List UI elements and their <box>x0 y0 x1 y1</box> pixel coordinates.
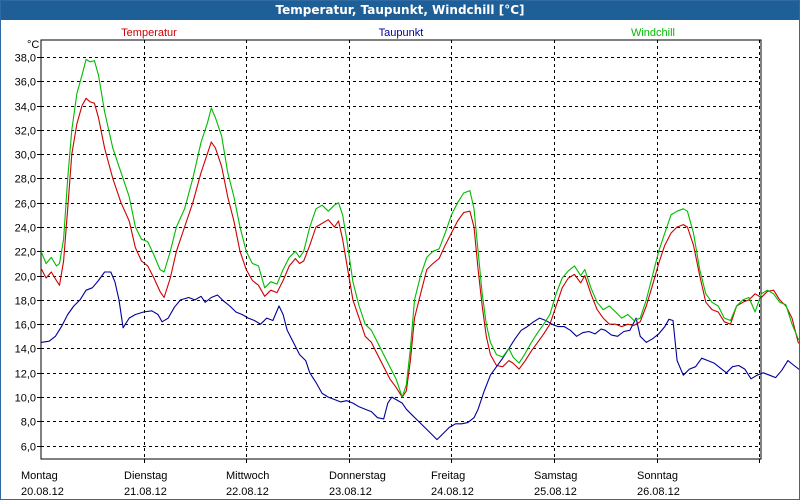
legend-label-temperatur: Temperatur <box>121 27 177 39</box>
y-tick-label: 6,0 <box>21 442 36 454</box>
y-tick-label: 12,0 <box>15 369 36 381</box>
chart-window: Temperatur, Taupunkt, Windchill [°C] 6,0… <box>0 0 800 500</box>
x-tick-label-date: 22.08.12 <box>226 486 269 498</box>
x-tick-label-weekday: Sonntag <box>637 470 678 482</box>
y-tick-label: 10,0 <box>15 393 36 405</box>
y-tick-label: 20,0 <box>15 272 36 284</box>
x-tick-label-date: 26.08.12 <box>637 486 680 498</box>
y-tick-label: 24,0 <box>15 223 36 235</box>
line-chart: 6,0 8,0 10,0 12,0 14,0 16,0 18,0 20,0 22,0 24,0 26… <box>15 27 799 498</box>
x-tick-label-weekday: Dienstag <box>124 470 167 482</box>
y-tick-label: 8,0 <box>21 417 36 429</box>
legend-label-taupunkt: Taupunkt <box>379 27 424 39</box>
series-line-temperatur <box>40 97 799 398</box>
y-tick-label: 14,0 <box>15 344 36 356</box>
y-tick-label: 28,0 <box>15 174 36 186</box>
y-tick-label: 38,0 <box>15 53 36 65</box>
y-tick-label: 16,0 <box>15 320 36 332</box>
x-tick-label-weekday: Donnerstag <box>329 470 386 482</box>
y-tick-label: 18,0 <box>15 296 36 308</box>
y-tick-label: 22,0 <box>15 247 36 259</box>
x-tick-label-weekday: Mittwoch <box>226 470 269 482</box>
x-tick-label-weekday: Freitag <box>431 470 465 482</box>
legend-label-windchill: Windchill <box>631 27 675 39</box>
x-tick-label-date: 25.08.12 <box>534 486 577 498</box>
y-tick-label: 30,0 <box>15 150 36 162</box>
y-tick-label: 32,0 <box>15 126 36 138</box>
x-tick-label-weekday: Samstag <box>534 470 577 482</box>
y-tick-label: 36,0 <box>15 77 36 89</box>
y-tick-label: 26,0 <box>15 199 36 211</box>
y-axis-label: °C <box>27 39 39 51</box>
x-tick-label-date: 21.08.12 <box>124 486 167 498</box>
series-line-windchill <box>40 58 799 398</box>
y-tick-label: 34,0 <box>15 102 36 114</box>
x-tick-label-weekday: Montag <box>21 470 58 482</box>
x-tick-label-date: 23.08.12 <box>329 486 372 498</box>
x-tick-label-date: 20.08.12 <box>21 486 64 498</box>
x-tick-label-date: 24.08.12 <box>431 486 474 498</box>
